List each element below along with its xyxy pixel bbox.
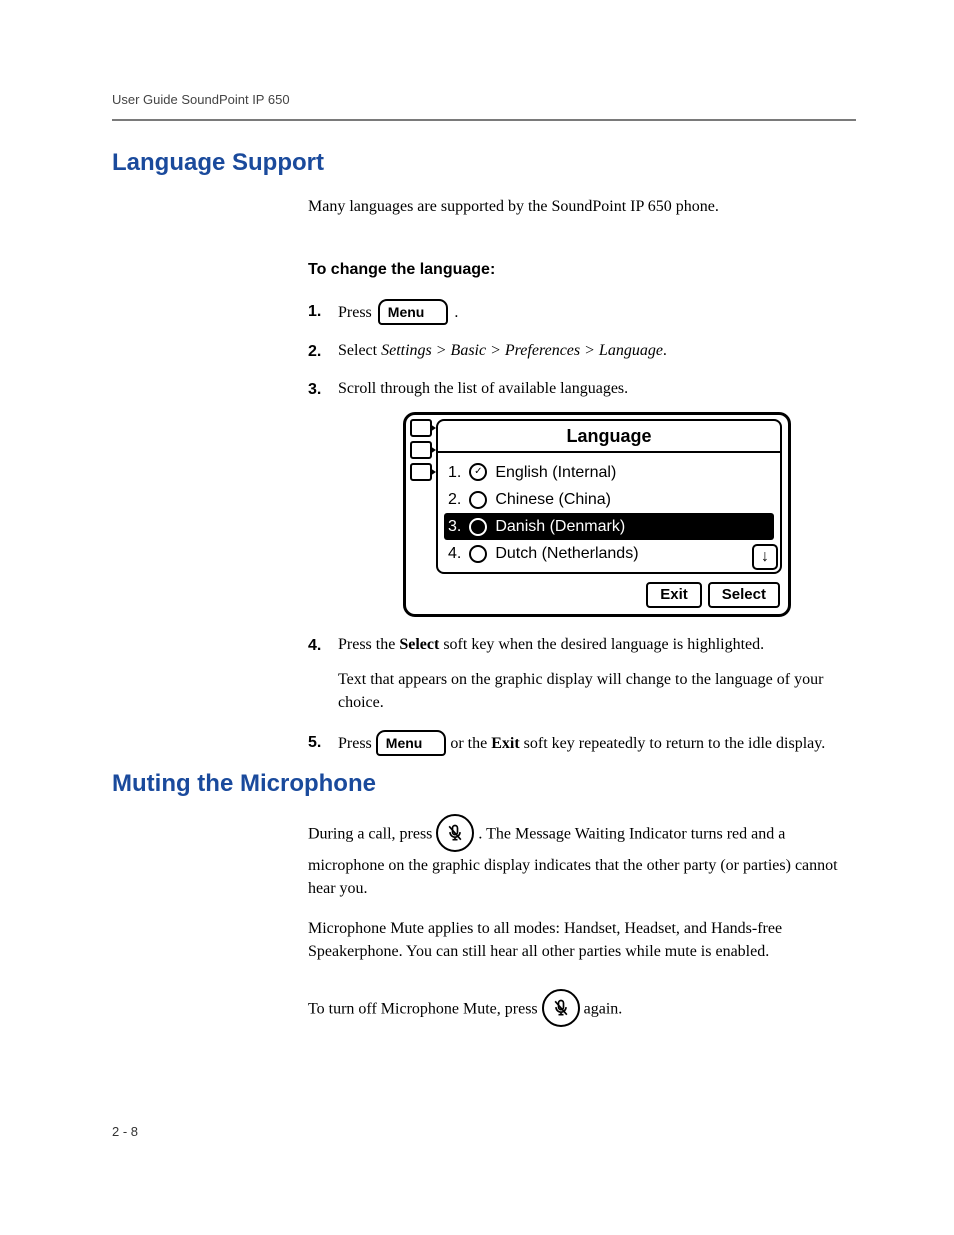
step-5: Press Menu or the Exit soft key repeated… — [308, 730, 856, 756]
step-2-prefix: Select — [338, 342, 381, 359]
step-2-nav: Settings > Basic > Preferences > Languag… — [381, 342, 663, 359]
running-header: User Guide SoundPoint IP 650 — [112, 92, 856, 107]
step-5-text-a: Press — [338, 735, 376, 752]
lcd-title: Language — [438, 421, 780, 453]
step-4-select: Select — [399, 636, 439, 653]
arrow-down-icon: ↓ — [752, 544, 778, 570]
checkbox-empty-icon — [469, 518, 487, 536]
step-4: Press the Select soft key when the desir… — [308, 633, 856, 715]
lcd-screenshot: Language 1. ✓ English (Internal) 2. — [403, 412, 791, 617]
mute-paragraph-1: During a call, press . The Message Waiti… — [308, 816, 856, 900]
softkey-exit: Exit — [646, 582, 702, 608]
section-title-language-support: Language Support — [112, 149, 856, 177]
lcd-row-label: Chinese (China) — [495, 488, 611, 511]
lcd-row: 4. Dutch (Netherlands) — [444, 540, 774, 567]
step-5-exit: Exit — [491, 735, 519, 752]
step-5-text-b: or the — [450, 735, 491, 752]
softkey-select: Select — [708, 582, 780, 608]
procedure-heading: To change the language: — [308, 258, 856, 281]
lcd-list: 1. ✓ English (Internal) 2. Chinese (Chin… — [438, 453, 780, 572]
lcd-row-index: 4. — [448, 542, 461, 565]
step-4-text-a: Press the — [338, 636, 399, 653]
lcd-row-selected: 3. Danish (Denmark) — [444, 513, 774, 540]
checkbox-checked-icon: ✓ — [469, 463, 487, 481]
lcd-row-label: Dutch (Netherlands) — [495, 542, 638, 565]
step-3-text: Scroll through the list of available lan… — [338, 380, 628, 397]
mute-p3-a: To turn off Microphone Mute, press — [308, 1001, 542, 1018]
mute-p1-a: During a call, press — [308, 826, 436, 843]
lcd-row-index: 3. — [448, 515, 461, 538]
intro-paragraph: Many languages are supported by the Soun… — [308, 195, 856, 218]
checkbox-empty-icon — [469, 545, 487, 563]
lcd-row-index: 1. — [448, 461, 461, 484]
step-2-suffix: . — [663, 342, 667, 359]
menu-key-icon: Menu — [376, 730, 447, 756]
step-4-para2: Text that appears on the graphic display… — [338, 668, 856, 714]
menu-key-icon: Menu — [378, 299, 449, 325]
lcd-row-label: English (Internal) — [495, 461, 616, 484]
step-4-text-c: soft key when the desired language is hi… — [439, 636, 764, 653]
step-2: Select Settings > Basic > Preferences > … — [308, 339, 856, 362]
step-1-period: . — [454, 301, 458, 324]
step-1: Press Menu . — [308, 299, 856, 325]
lcd-row-label: Danish (Denmark) — [495, 515, 625, 538]
step-5-text-d: soft key repeatedly to return to the idl… — [520, 735, 826, 752]
lcd-row-index: 2. — [448, 488, 461, 511]
line-key-icon — [410, 441, 432, 459]
page-number: 2 - 8 — [112, 1124, 138, 1139]
line-key-icon — [410, 463, 432, 481]
lcd-row: 1. ✓ English (Internal) — [444, 459, 774, 486]
lcd-row: 2. Chinese (China) — [444, 486, 774, 513]
mute-p3-b: again. — [584, 1001, 623, 1018]
step-1-text: Press — [338, 301, 372, 324]
mute-paragraph-2: Microphone Mute applies to all modes: Ha… — [308, 917, 856, 963]
checkbox-empty-icon — [469, 491, 487, 509]
lcd-line-keys — [410, 419, 432, 481]
header-rule — [112, 119, 856, 121]
mute-button-icon — [542, 989, 580, 1027]
mute-button-icon — [436, 814, 474, 852]
line-key-icon — [410, 419, 432, 437]
section-title-muting: Muting the Microphone — [112, 770, 856, 798]
step-3: Scroll through the list of available lan… — [308, 377, 856, 617]
mute-paragraph-3: To turn off Microphone Mute, press again… — [308, 991, 856, 1029]
